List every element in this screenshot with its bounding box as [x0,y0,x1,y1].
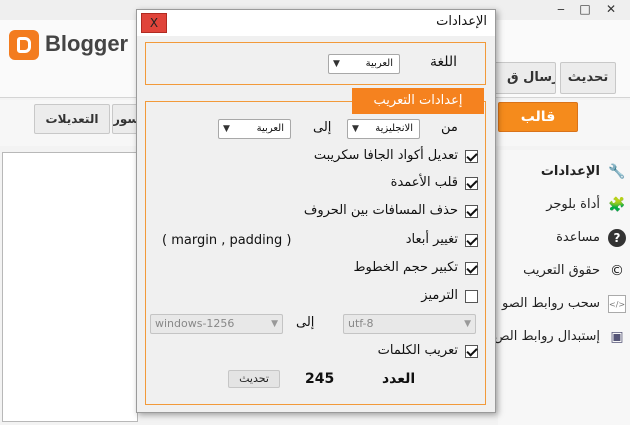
maximize-button[interactable]: □ [574,1,596,17]
puzzle-icon: 🧩 [608,197,626,213]
flip-columns-label: قلب الأعمدة [390,175,458,190]
edit-js-codes-checkbox[interactable] [465,150,478,163]
encoding-checkbox[interactable] [465,290,478,303]
app-logo-text: Blogger [45,31,129,56]
encoding-from-value: utf-8 [348,317,374,330]
menu-item-3[interactable]: حقوق التعريب [523,259,600,283]
to-language-value: العربية [256,123,284,134]
localization-group [145,101,486,405]
change-dimensions-label: تغيير أبعاد [405,232,458,247]
dimension-note: ( margin , padding ) [162,233,292,248]
enlarge-fonts-label: تكبير حجم الخطوط [353,260,458,275]
template-button[interactable]: قالب [498,102,578,132]
encoding-to-select[interactable]: ▼ windows-1256 [150,314,283,334]
localize-words-label: تعريب الكلمات [377,343,458,358]
word-count-value: 245 [305,371,335,387]
right-menu [498,150,630,425]
edit-js-codes-label: تعديل أكواد الجافا سكريبت [313,148,458,163]
edits-button[interactable]: التعديلات [34,104,110,134]
help-icon: ? [608,229,626,247]
image-icon: ▣ [610,329,624,345]
wrench-icon: 🔧 [608,164,626,180]
chevron-down-icon: ▼ [223,124,230,134]
main-close-button[interactable]: ✕ [600,1,622,17]
send-button[interactable]: إرسال ق [494,62,556,94]
menu-item-5[interactable]: إستبدال روابط الص [494,325,600,349]
menu-item-0[interactable]: الإعدادات [541,160,600,184]
menu-item-2[interactable]: مساعدة [556,226,600,250]
copyright-icon: © [610,263,624,279]
minimize-button[interactable]: ‒ [550,1,572,17]
blogger-logo-icon [9,30,39,60]
remove-letter-spacing-checkbox[interactable] [465,205,478,218]
from-language-value: الانجليزية [375,123,413,134]
chevron-down-icon: ▼ [333,59,340,69]
from-label: من [441,120,458,135]
chevron-down-icon: ▼ [271,319,278,329]
code-file-icon: </> [608,295,626,313]
dialog-close-button[interactable]: X [141,13,167,33]
localization-settings-tab: إعدادات التعريب [352,88,484,114]
encoding-from-select[interactable]: ▼ utf-8 [343,314,476,334]
flip-columns-checkbox[interactable] [465,177,478,190]
word-count-label: العدد [382,371,416,387]
editor-pane[interactable] [2,152,138,422]
chevron-down-icon: ▼ [464,319,471,329]
chevron-down-icon: ▼ [352,124,359,134]
images-button[interactable]: سور [112,104,138,134]
encoding-to-label: إلى [296,315,315,330]
encoding-to-value: windows-1256 [155,317,235,330]
localize-words-checkbox[interactable] [465,345,478,358]
remove-letter-spacing-label: حذف المسافات بين الحروف [303,203,458,218]
menu-item-4[interactable]: سحب روابط الصو [502,292,600,316]
from-language-select[interactable]: ▼ الانجليزية [347,119,420,139]
language-select[interactable]: ▼ العربية [328,54,400,74]
to-language-select[interactable]: ▼ العربية [218,119,291,139]
dialog-title: الإعدادات [436,14,487,29]
dialog-titlebar: X الإعدادات [137,10,495,36]
language-select-value: العربية [365,58,393,69]
update-button[interactable]: تحديث [228,370,280,388]
menu-item-1[interactable]: أداة بلوجر [546,193,600,217]
encoding-label: الترميز [421,288,458,303]
change-dimensions-checkbox[interactable] [465,234,478,247]
enlarge-fonts-checkbox[interactable] [465,262,478,275]
refresh-button[interactable]: تحديث [560,62,616,94]
to-label: إلى [313,120,332,135]
language-label: اللغة [430,54,458,70]
